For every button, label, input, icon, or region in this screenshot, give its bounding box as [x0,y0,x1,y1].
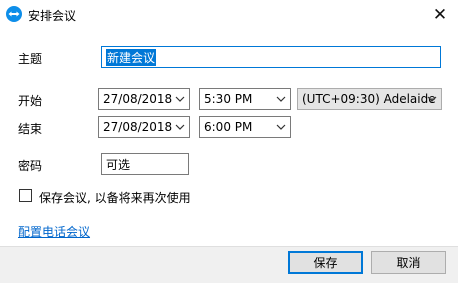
title-bar: 安排会议 ✕ [0,0,458,30]
start-date-picker[interactable]: 27/08/2018 [98,88,190,110]
save-button[interactable]: 保存 [288,251,363,274]
start-time-value: 5:30 PM [204,92,253,106]
teamviewer-icon [6,6,22,22]
end-time-picker[interactable]: 6:00 PM [199,116,291,138]
subject-input[interactable]: 新建会议 [101,46,441,68]
start-label: 开始 [18,94,43,108]
chevron-down-icon [276,124,286,130]
start-date-value: 27/08/2018 [103,92,173,106]
chevron-down-icon [175,96,185,102]
close-icon: ✕ [432,5,448,25]
window-title: 安排会议 [28,9,77,23]
end-label: 结束 [18,122,43,136]
password-placeholder: 可选 [106,157,131,172]
configure-phone-link[interactable]: 配置电话会议 [18,223,90,240]
end-date-value: 27/08/2018 [103,120,173,134]
password-input[interactable]: 可选 [101,153,189,175]
chevron-down-icon [276,96,286,102]
subject-label: 主题 [18,52,43,66]
chevron-down-icon [427,96,437,102]
close-button[interactable]: ✕ [422,0,458,30]
cancel-button[interactable]: 取消 [371,251,446,274]
end-date-picker[interactable]: 27/08/2018 [98,116,190,138]
start-time-picker[interactable]: 5:30 PM [199,88,291,110]
save-meeting-checkbox[interactable] [19,189,32,202]
save-meeting-label: 保存会议, 以备将来再次使用 [39,191,191,205]
timezone-select[interactable]: (UTC+09:30) Adelaide [297,88,442,110]
end-time-value: 6:00 PM [204,120,253,134]
chevron-down-icon [175,124,185,130]
password-label: 密码 [18,159,43,173]
subject-value: 新建会议 [106,48,157,66]
timezone-value: (UTC+09:30) Adelaide [302,92,436,106]
